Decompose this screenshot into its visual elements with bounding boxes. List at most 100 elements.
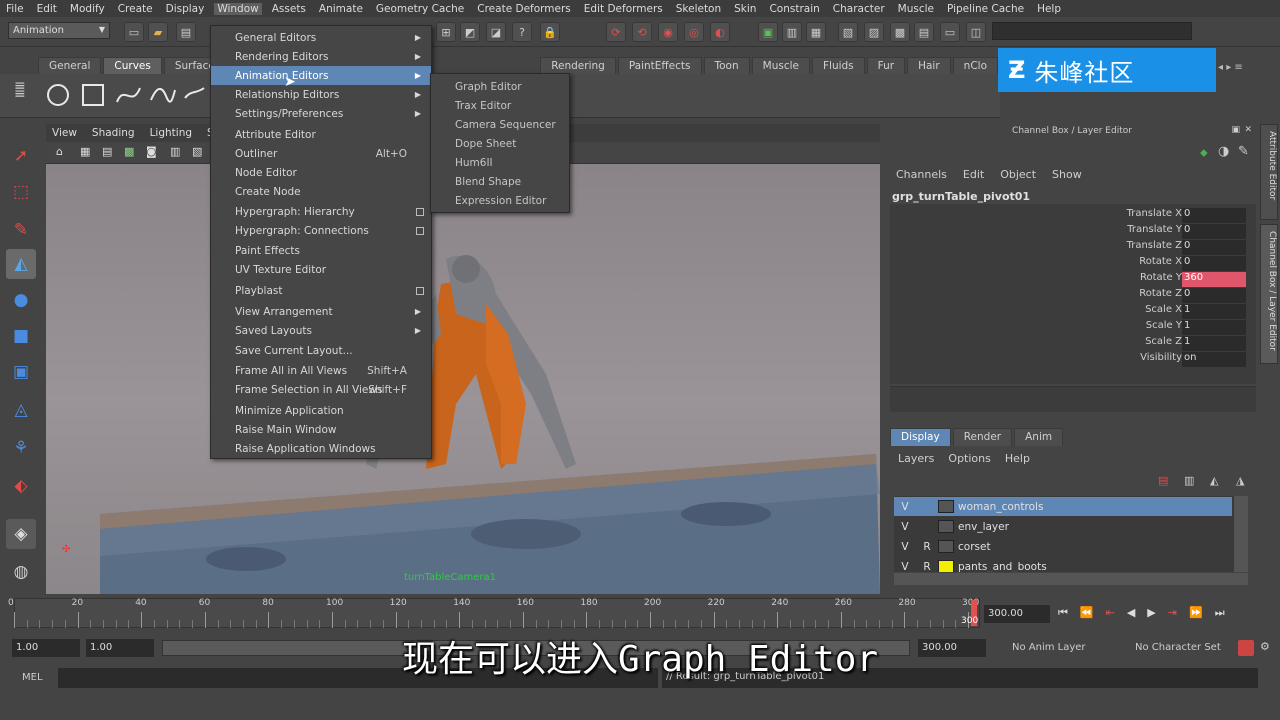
cv-curve-icon[interactable] (114, 82, 144, 108)
layout-icon[interactable]: ▥ (782, 22, 802, 42)
channel-value[interactable]: 0 (1182, 288, 1246, 303)
show-channel-icon[interactable]: ▩ (890, 22, 910, 42)
smooth-shade-icon[interactable]: ▤ (102, 145, 112, 158)
shelf-tab-nclo[interactable]: nClo (952, 57, 998, 74)
window-menu-item[interactable]: Node Editor (211, 163, 431, 182)
step-forward-frame-icon[interactable]: ⇥ (1168, 606, 1177, 620)
globe-icon[interactable]: ◑ (1218, 144, 1229, 159)
layer-color-swatch[interactable] (938, 520, 954, 533)
window-menu-item[interactable]: General Editors ▶ (211, 28, 431, 47)
menu-window[interactable]: Window (214, 2, 262, 15)
channel-value[interactable]: 0 (1182, 240, 1246, 255)
snap-curve-icon[interactable]: ◩ (460, 22, 480, 42)
menu-edit-deformers[interactable]: Edit Deformers (584, 3, 663, 15)
viewport-menu-view[interactable]: View (52, 127, 77, 139)
window-menu-item[interactable]: Relationship Editors ▶ (211, 85, 431, 104)
window-menu-item[interactable]: Save Current Layout... (211, 341, 431, 360)
play-forward-icon[interactable]: ▶ (1147, 606, 1155, 620)
channel-row[interactable]: Scale Z1 (1126, 336, 1246, 352)
menu-help[interactable]: Help (1037, 3, 1061, 15)
attribute-editor-tab[interactable]: Attribute Editor (1260, 124, 1278, 220)
menu-skin[interactable]: Skin (734, 3, 756, 15)
last-tool-icon[interactable]: ⬖ (6, 471, 36, 501)
window-menu-item[interactable]: Hypergraph: Connections (211, 221, 431, 240)
menu-edit[interactable]: Edit (37, 3, 57, 15)
snap-grid-icon[interactable]: ⊞ (436, 22, 456, 42)
layer-color-swatch[interactable] (938, 560, 954, 572)
float-icon[interactable]: ▣ (1231, 125, 1240, 135)
layer-render-toggle[interactable]: R (916, 541, 938, 553)
panel-icon[interactable]: ▦ (806, 22, 826, 42)
window-menu-item[interactable]: Outliner Alt+O (211, 144, 431, 163)
shelf-menu-icon[interactable]: ≡ ≡ (14, 79, 32, 108)
single-pane-icon[interactable]: ◈ (6, 519, 36, 549)
pencil-curve-icon[interactable] (182, 82, 208, 108)
lasso-tool-icon[interactable]: ⬚ (6, 177, 36, 207)
shelf-tab-toon[interactable]: Toon (703, 57, 750, 74)
window-menu-item[interactable]: View Arrangement ▶ (211, 302, 431, 321)
mode-selector[interactable]: Animation ▼ (8, 22, 110, 39)
layer-visibility-toggle[interactable]: V (894, 561, 916, 573)
layer-scrollbar[interactable] (1234, 496, 1248, 572)
layer-name[interactable]: pants_and_boots (958, 561, 1047, 573)
anim-editor-item[interactable]: Hum6II (431, 153, 569, 172)
window-menu-item[interactable]: Attribute Editor (211, 125, 431, 144)
window-menu-item[interactable]: UV Texture Editor (211, 260, 431, 279)
texture-icon[interactable]: ▩ (124, 145, 134, 158)
menu-constrain[interactable]: Constrain (769, 3, 819, 15)
window-menu-item[interactable]: Frame Selection in All Views Shift+F (211, 380, 431, 399)
channel-row[interactable]: Rotate Y 360 (1126, 272, 1246, 288)
menu-file[interactable]: File (6, 3, 24, 15)
select-tool-icon[interactable]: ➚ (6, 141, 36, 171)
step-back-key-icon[interactable]: ⏪ (1080, 606, 1094, 620)
layer-row[interactable]: V Rpants_and_boots (894, 557, 1232, 572)
show-tool-icon[interactable]: ▨ (864, 22, 884, 42)
anim-editor-item[interactable]: Expression Editor (431, 191, 569, 210)
layer-tab-display[interactable]: Display (890, 428, 951, 446)
shelf-tab-rendering[interactable]: Rendering (540, 57, 616, 74)
menu-assets[interactable]: Assets (272, 3, 306, 15)
close-icon[interactable]: ✕ (1244, 125, 1252, 135)
layer-menu-options[interactable]: Options (948, 452, 990, 465)
channel-value[interactable]: 1 (1182, 304, 1246, 319)
go-to-start-icon[interactable]: ⏮ (1058, 606, 1068, 620)
layer-visibility-toggle[interactable]: V (894, 501, 916, 513)
channel-value[interactable]: 1 (1182, 320, 1246, 335)
universal-manip-icon[interactable]: ▣ (6, 357, 36, 387)
layer-color-swatch[interactable] (938, 540, 954, 553)
option-box-icon[interactable] (416, 226, 424, 235)
channel-value[interactable]: 0 (1182, 224, 1246, 239)
isolate-icon[interactable]: ▧ (192, 145, 202, 158)
circle-curve-icon[interactable] (44, 82, 74, 108)
construction-history-icon[interactable]: ⟲ (632, 22, 652, 42)
window-menu-item[interactable]: Saved Layouts ▶ (211, 321, 431, 340)
channel-row[interactable]: Scale X1 (1126, 304, 1246, 320)
shelf-tab-muscle[interactable]: Muscle (751, 57, 810, 74)
menu-geometry-cache[interactable]: Geometry Cache (376, 3, 464, 15)
paint-select-icon[interactable]: ✎ (6, 215, 36, 245)
scale-tool-icon[interactable]: ■ (6, 321, 36, 351)
viewport-menu-shading[interactable]: Shading (92, 127, 135, 139)
help-icon[interactable]: ? (512, 22, 532, 42)
shelf-tab-hair[interactable]: Hair (907, 57, 951, 74)
layer-color-swatch[interactable] (938, 500, 954, 513)
history-icon[interactable]: ⟳ (606, 22, 626, 42)
current-frame-field[interactable]: 300.00 (984, 605, 1050, 623)
wireframe-icon[interactable]: ▦ (80, 145, 90, 158)
window-icon[interactable]: ◫ (966, 22, 986, 42)
channel-row[interactable]: Rotate X0 (1126, 256, 1246, 272)
viewport-menu-lighting[interactable]: Lighting (150, 127, 192, 139)
channel-value[interactable]: 0 (1182, 256, 1246, 271)
shelf-scroll-icon[interactable]: ◂ ▸ ≡ (1218, 62, 1278, 76)
go-to-end-icon[interactable]: ⏭ (1215, 606, 1225, 620)
menu-character[interactable]: Character (833, 3, 885, 15)
channel-menu-object[interactable]: Object (1000, 168, 1036, 181)
move-layer-up-icon[interactable]: ◭ (1210, 474, 1218, 487)
time-slider[interactable]: 0 20 40 60 80 100 120 140 160 180 200 220 240 260 280 3… (0, 598, 1280, 632)
window-menu-item[interactable]: Hypergraph: Hierarchy (211, 202, 431, 221)
channel-row[interactable]: Translate Z0 (1126, 240, 1246, 256)
anim-editor-item[interactable]: Camera Sequencer (431, 115, 569, 134)
window-menu-item[interactable]: Settings/Preferences ▶ (211, 104, 431, 123)
shelf-tab-general[interactable]: General (38, 57, 102, 74)
layer-row[interactable]: Vwoman_controls (894, 497, 1232, 516)
